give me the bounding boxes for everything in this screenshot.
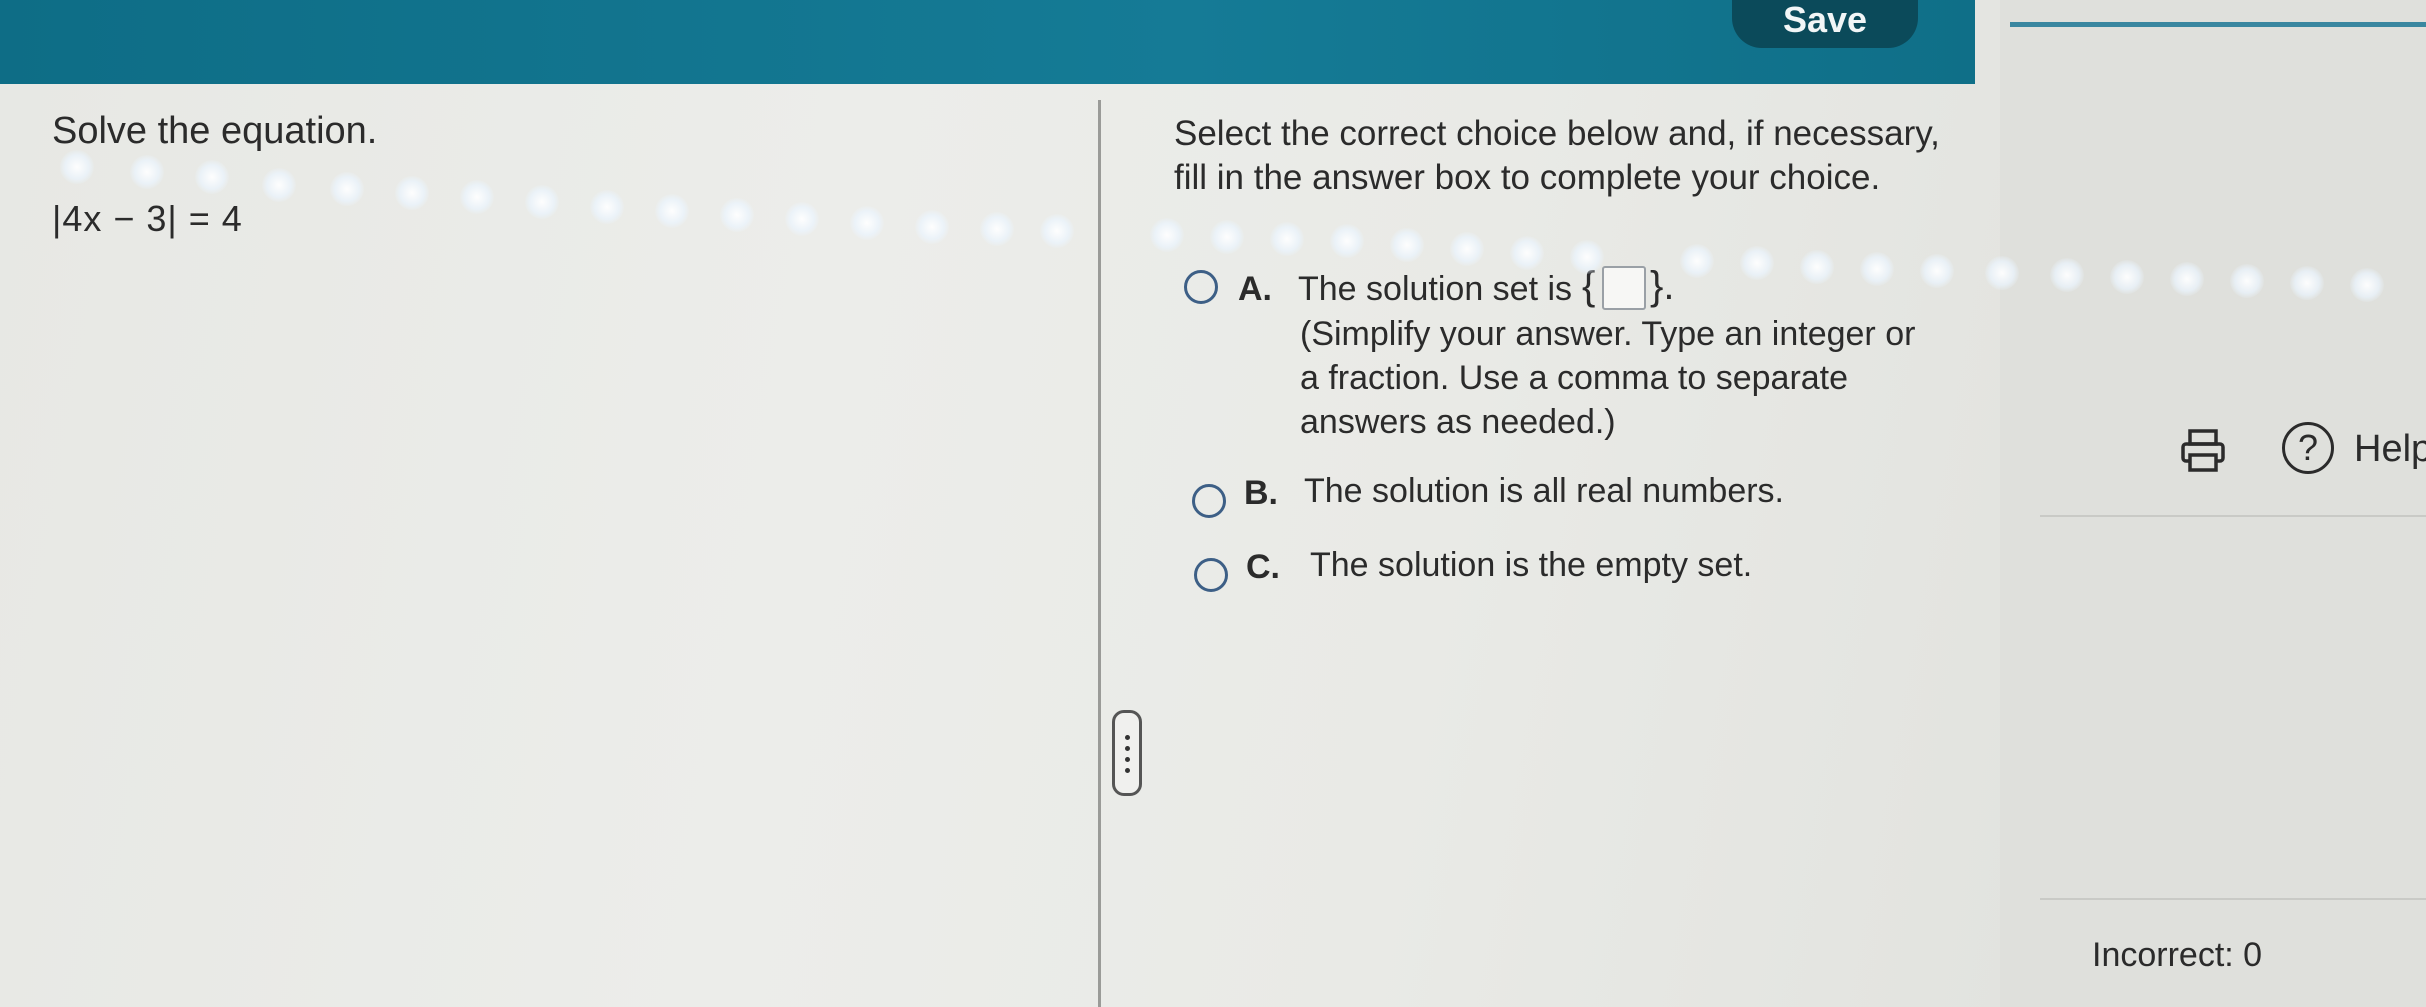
- print-icon[interactable]: [2180, 428, 2226, 474]
- choice-c-radio[interactable]: [1194, 558, 1228, 592]
- save-button[interactable]: Save: [1732, 0, 1918, 48]
- panel-divider: [1098, 100, 1101, 1007]
- choice-a-radio[interactable]: [1184, 270, 1218, 304]
- choice-c-letter: C.: [1246, 548, 1280, 586]
- choice-a-close-brace: }.: [1650, 264, 1675, 308]
- choice-b-text: The solution is all real numbers.: [1304, 472, 1785, 510]
- side-panel: [2000, 0, 2426, 1007]
- solution-set-input[interactable]: [1602, 266, 1646, 310]
- choice-a-note: (Simplify your answer. Type an integer o…: [1300, 315, 1916, 441]
- question-prompt: Solve the equation.: [52, 110, 378, 152]
- choice-a-text: The solution set is: [1298, 270, 1573, 308]
- question-equation: |4x − 3| = 4: [52, 198, 243, 239]
- top-header-bar: Save: [0, 0, 1975, 84]
- drag-handle-icon[interactable]: [1112, 710, 1142, 796]
- choice-a-letter: A.: [1238, 270, 1272, 308]
- choice-b-radio[interactable]: [1192, 484, 1226, 518]
- side-panel-divider: [2040, 515, 2426, 517]
- choice-c-text: The solution is the empty set.: [1310, 546, 1753, 584]
- help-icon[interactable]: ?: [2282, 422, 2334, 474]
- page: Save Solve the equation. |4x − 3| = 4 Se…: [0, 0, 2426, 1007]
- help-link[interactable]: Help: [2354, 428, 2426, 471]
- answer-instructions: Select the correct choice below and, if …: [1174, 114, 1940, 197]
- side-panel-accent-line: [2010, 22, 2426, 27]
- incorrect-count: Incorrect: 0: [2092, 936, 2263, 974]
- choice-b-letter: B.: [1244, 474, 1278, 512]
- side-panel-divider: [2040, 898, 2426, 900]
